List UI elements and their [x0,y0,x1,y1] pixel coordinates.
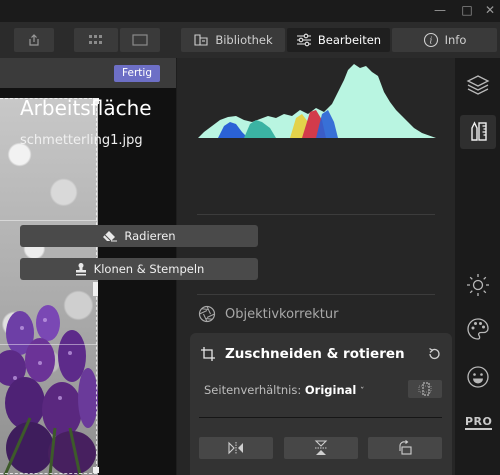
rotate-button[interactable] [368,437,442,459]
library-icon [194,34,208,46]
window-titlebar: — □ ✕ [0,0,500,22]
flip-vertical-icon [314,440,328,455]
tab-info[interactable]: i Info [392,28,497,52]
toolbar: Bibliothek Bearbeiten i Info [0,22,500,59]
image-header-bar: Fertig [0,58,176,88]
light-adjustments-button[interactable] [465,272,491,298]
lens-correction-item[interactable]: Objektivkorrektur [198,305,338,323]
lens-correction-label: Objektivkorrektur [225,306,339,322]
sun-icon [467,274,489,296]
flip-horizontal-button[interactable] [199,437,273,459]
histogram [198,64,436,138]
layers-icon [466,75,490,95]
crop-frame[interactable] [0,98,97,474]
color-adjustments-button[interactable] [465,316,491,342]
aspect-ratio-label: Seitenverhältnis: [204,383,302,397]
sliders-icon [296,33,311,47]
aspect-ratio-row[interactable]: Seitenverhältnis: Original ˇ [204,383,365,397]
crop-icon [201,347,215,361]
smiley-icon [467,366,489,388]
aspect-ratio-select[interactable]: Original [305,383,356,397]
crop-handle-right[interactable] [93,282,98,296]
eraser-icon [103,231,118,242]
single-view-button[interactable] [120,28,160,52]
divider [197,214,435,215]
single-image-icon [132,34,148,46]
pro-badge[interactable]: PRO [465,415,493,430]
svg-text:i: i [429,37,432,47]
minimize-icon[interactable]: — [432,2,448,18]
tab-info-label: Info [444,33,467,47]
tab-library-label: Bibliothek [215,33,273,47]
tab-edit-label: Bearbeiten [317,33,382,47]
erase-label: Radieren [124,229,176,243]
done-button[interactable]: Fertig [114,65,160,82]
palette-icon [467,318,489,340]
panel-title: Arbeitsfläche [20,96,152,120]
orientation-toggle-button[interactable] [408,380,442,398]
clone-stamp-button[interactable]: Klonen & Stempeln [20,258,258,280]
retouch-tools-button[interactable] [465,119,491,145]
crop-rotate-panel: Zuschneiden & rotieren Seitenverhältnis:… [190,333,452,475]
divider [199,417,442,418]
tab-library[interactable]: Bibliothek [181,28,285,52]
orientation-icon [418,382,432,396]
export-icon [29,34,39,46]
clone-stamp-label: Klonen & Stempeln [93,262,205,276]
maximize-icon[interactable]: □ [459,2,475,18]
undo-icon[interactable] [427,347,441,361]
chevron-down-icon: ˇ [360,387,365,397]
tool-rail: PRO [455,58,500,475]
flip-vertical-button[interactable] [284,437,358,459]
ruler-pencil-icon [471,121,487,141]
erase-button[interactable]: Radieren [20,225,258,247]
grid-view-button[interactable] [74,28,118,52]
tab-edit[interactable]: Bearbeiten [287,28,390,52]
rotate-icon [399,440,412,455]
portrait-button[interactable] [465,364,491,390]
layers-button[interactable] [465,72,491,98]
info-icon: i [423,32,438,48]
crop-rotate-title: Zuschneiden & rotieren [225,346,405,362]
export-button[interactable] [14,28,54,52]
divider [197,294,435,295]
flip-horizontal-icon [228,441,243,455]
crop-handle-bottom-right[interactable] [93,467,99,473]
file-name: schmetterling1.jpg [20,133,143,148]
stamp-icon [75,263,86,276]
close-icon[interactable]: ✕ [482,2,498,18]
grid-icon [89,35,102,44]
aperture-icon [198,305,216,323]
